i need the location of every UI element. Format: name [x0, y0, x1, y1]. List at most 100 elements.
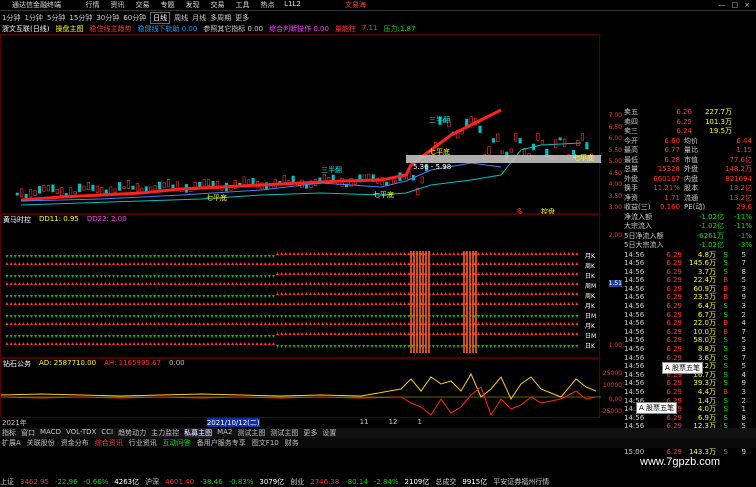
tick-row[interactable]: 14:56 6.29 10.0万 B 7	[624, 328, 756, 337]
maximize-button[interactable]: □	[732, 1, 739, 9]
signal-arrow	[194, 255, 198, 258]
signal-arrow	[550, 262, 554, 265]
tick-row[interactable]: 14:56 6.29 8.8万 S 3	[624, 345, 756, 354]
tick-row[interactable]: 14:56 6.29 3.7万 S 8	[624, 268, 756, 277]
tick-row[interactable]: 14:56 6.29 6.9万 S 8	[624, 414, 756, 423]
signal-arrow	[493, 332, 497, 335]
signal-arrow	[374, 322, 378, 325]
menu-item-2[interactable]: 交易	[130, 0, 155, 10]
close-button[interactable]: ×	[744, 1, 750, 9]
tick-row[interactable]: 14:56 6.29 6.7万 S 2	[624, 311, 756, 320]
tick-row[interactable]: 14:56 6.29 4.4万 B 3	[624, 388, 756, 397]
signal-arrow	[493, 345, 497, 348]
tick-row[interactable]: 14:56 6.29 3.6万 S 7	[624, 354, 756, 363]
period-4[interactable]: 30分钟	[96, 13, 119, 23]
info-tab-7[interactable]: 图文F10	[252, 438, 279, 448]
info-tab-0[interactable]: 扩展A	[2, 438, 21, 448]
signal-arrow	[382, 282, 386, 285]
menu-item-8[interactable]: L1L2	[280, 0, 305, 10]
period-2[interactable]: 5分钟	[47, 13, 65, 23]
formula-name[interactable]: 操盘主图	[55, 24, 83, 34]
info-tab-5[interactable]: 互动问答	[163, 438, 191, 448]
tab-4[interactable]: CCI	[101, 428, 113, 438]
signal-arrow	[509, 302, 513, 305]
period-6[interactable]: 日线	[150, 11, 171, 24]
tab-12[interactable]: 设置	[322, 428, 336, 438]
signal-arrow	[231, 255, 234, 258]
menu-item-4[interactable]: 发现	[180, 0, 205, 10]
tick-row[interactable]: 14:56 6.29 145.6万 S 7	[624, 259, 756, 268]
signal-arrow	[116, 315, 120, 318]
menu-item-5[interactable]: 交易	[205, 0, 230, 10]
tab-2[interactable]: MACD	[40, 428, 61, 438]
signal-arrow	[436, 272, 439, 275]
tab-1[interactable]: 窗口	[21, 428, 35, 438]
period-9[interactable]: 多周期	[210, 13, 231, 23]
period-10[interactable]: 更多	[235, 13, 249, 23]
tab-11[interactable]: 更多	[303, 428, 317, 438]
period-0[interactable]: 1分钟	[2, 13, 20, 23]
info-tab-6[interactable]: 备用户服务专享	[197, 438, 246, 448]
period-5[interactable]: 60分钟	[123, 13, 146, 23]
signal-arrow	[116, 282, 120, 285]
period-8[interactable]: 月线	[192, 13, 206, 23]
tab-5[interactable]: 趋势动力	[118, 428, 146, 438]
period-3[interactable]: 15分钟	[69, 13, 92, 23]
signal-arrow	[95, 322, 99, 325]
tick-row[interactable]: 14:56 6.29 22.4万 B 5	[624, 276, 756, 285]
stat-value: 13.2亿	[729, 184, 752, 192]
popup-stock-five-2[interactable]: A 股票五笔	[636, 402, 678, 414]
signal-arrow	[202, 282, 206, 285]
info-tab-1[interactable]: 关联股份	[27, 438, 55, 448]
tab-7[interactable]: 私募主图	[184, 428, 213, 438]
menu-item-1[interactable]: 资讯	[105, 0, 130, 10]
tick-list[interactable]: 14:56 6.29 4.8万 S 5 14:56 6.29 145.6万 S 7 14:56 6.2…	[624, 251, 756, 457]
sub-panel-zuanshi[interactable]: 钻石公务 AD: 2587710.00 AH: 1165995.67 0.00	[0, 358, 601, 418]
tick-row[interactable]: 14:56 6.29 4.8万 S 5	[624, 251, 756, 260]
period-7[interactable]: 周线	[174, 13, 188, 23]
menu-item-3[interactable]: 专题	[155, 0, 180, 10]
period-1[interactable]: 1分钟	[24, 13, 42, 23]
tab-8[interactable]: MA2	[217, 428, 232, 438]
tab-9[interactable]: 测试主图	[237, 428, 265, 438]
signal-arrow	[304, 262, 308, 265]
signal-arrow	[235, 322, 239, 325]
tick-row[interactable]: 14:56 6.29 58.0万 S 5	[624, 336, 756, 345]
tick-row[interactable]: 14:56 6.29 6.4万 S 3	[624, 302, 756, 311]
signal-arrow	[42, 315, 46, 318]
info-tab-8[interactable]: 财务	[285, 438, 299, 448]
main-price-chart[interactable]: 5.36 - 5.98 三半翻 七平底 七平底 七平底 三半翻 七平底 多 控盘	[0, 34, 601, 216]
signal-arrow	[456, 322, 460, 325]
tick-price: 6.29	[666, 388, 682, 396]
signal-arrow	[550, 345, 554, 348]
tab-3[interactable]: VOL-TDX	[66, 428, 96, 438]
menu-item-6[interactable]: 工具	[230, 0, 255, 10]
tick-row[interactable]: 14:56 6.29 60.9万 B 3	[624, 285, 756, 294]
signal-arrow	[403, 262, 407, 265]
minimize-button[interactable]: —	[719, 1, 726, 9]
info-tab-2[interactable]: 资金分布	[61, 438, 89, 448]
signal-arrow	[50, 302, 54, 305]
signal-arrow	[79, 342, 83, 345]
candle	[135, 183, 139, 192]
tab-10[interactable]: 测试主图	[270, 428, 298, 438]
signal-arrow	[354, 262, 357, 265]
stock-label[interactable]: 文易海	[345, 0, 366, 10]
menu-item-0[interactable]: 行情	[80, 0, 105, 10]
signal-arrow	[477, 252, 480, 255]
sub2-ad: AD: 2587710.00	[39, 359, 97, 367]
info-tab-4[interactable]: 行业资讯	[129, 438, 157, 448]
signal-arrow	[214, 255, 218, 258]
tick-row[interactable]: 14:56 6.29 22.0万 B 4	[624, 319, 756, 328]
tick-row[interactable]: 14:56 6.29 23.5万 B 9	[624, 293, 756, 302]
popup-stock-five[interactable]: A 股票五笔	[662, 362, 704, 374]
tab-0[interactable]: 指标	[2, 428, 16, 438]
info-tab-3[interactable]: 综合资讯	[95, 438, 123, 448]
sub-panel-huangma[interactable]: 黄马时控 DD11: 0.95 DD22: 2.00 月K 周K 日K 周M 周K 月K 日…	[0, 214, 600, 358]
tick-row[interactable]: 14:56 6.29 39.3万 S 9	[624, 379, 756, 388]
signal-arrow	[362, 282, 366, 285]
tab-6[interactable]: 主力监控	[151, 428, 179, 438]
menu-item-7[interactable]: 热点	[255, 0, 280, 10]
tick-dir: S	[723, 250, 728, 259]
signal-arrow	[198, 335, 202, 338]
